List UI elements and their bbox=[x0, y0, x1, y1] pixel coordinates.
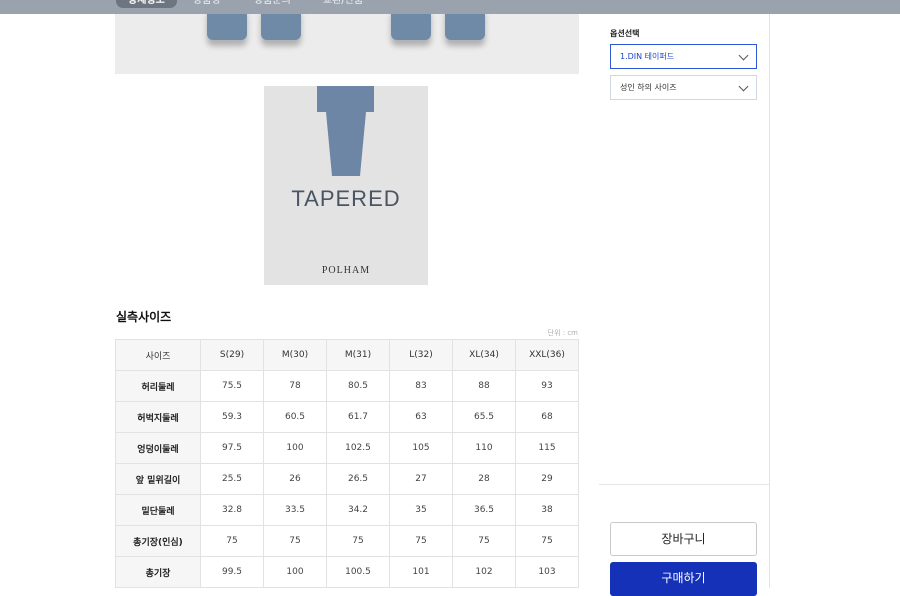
sidebar-divider bbox=[769, 14, 770, 588]
table-cell: 59.3 bbox=[200, 401, 264, 433]
option-select-size-value: 성인 하의 사이즈 bbox=[620, 83, 677, 92]
table-cell: 68 bbox=[515, 401, 579, 433]
table-cell: 75.5 bbox=[200, 370, 264, 402]
table-cell: 115 bbox=[515, 432, 579, 464]
table-cell: 36.5 bbox=[452, 494, 516, 526]
table-header-cell: M(31) bbox=[326, 339, 390, 371]
table-cell: 103 bbox=[515, 556, 579, 588]
tab-exchange-return[interactable]: 교환/반품 bbox=[323, 0, 363, 8]
row-label: 앞 밑위길이 bbox=[115, 463, 201, 495]
row-label: 허리둘레 bbox=[115, 370, 201, 402]
table-cell: 105 bbox=[389, 432, 453, 464]
row-label: 총기장 bbox=[115, 556, 201, 588]
table-cell: 63 bbox=[389, 401, 453, 433]
table-header-cell: 사이즈 bbox=[115, 339, 201, 371]
table-cell: 26 bbox=[263, 463, 327, 495]
table-cell: 28 bbox=[452, 463, 516, 495]
row-label: 허벅지둘레 bbox=[115, 401, 201, 433]
table-cell: 88 bbox=[452, 370, 516, 402]
table-row: 앞 밑위길이 25.5 26 26.5 27 28 29 bbox=[115, 463, 579, 495]
table-header-row: 사이즈 S(29) M(30) M(31) L(32) XL(34) XXL(3… bbox=[115, 339, 579, 371]
size-table: 사이즈 S(29) M(30) M(31) L(32) XL(34) XXL(3… bbox=[115, 339, 579, 588]
table-cell: 75 bbox=[389, 525, 453, 557]
fit-name: TAPERED bbox=[291, 186, 401, 211]
table-row: 밑단둘레 32.8 33.5 34.2 35 36.5 38 bbox=[115, 494, 579, 526]
product-tab-bar: 상세정보 상품평 상품문의 교환/반품 bbox=[0, 0, 900, 14]
table-cell: 78 bbox=[263, 370, 327, 402]
product-photo bbox=[115, 14, 579, 74]
table-cell: 75 bbox=[200, 525, 264, 557]
jeans-leg-image bbox=[445, 14, 485, 40]
table-cell: 25.5 bbox=[200, 463, 264, 495]
table-header-cell: XXL(36) bbox=[515, 339, 579, 371]
buy-now-button[interactable]: 구매하기 bbox=[610, 562, 757, 596]
table-cell: 26.5 bbox=[326, 463, 390, 495]
table-cell: 102.5 bbox=[326, 432, 390, 464]
add-to-cart-button[interactable]: 장바구니 bbox=[610, 522, 757, 556]
jeans-leg-image bbox=[207, 14, 247, 40]
chevron-down-icon bbox=[738, 81, 749, 92]
table-cell: 93 bbox=[515, 370, 579, 402]
table-cell: 101 bbox=[389, 556, 453, 588]
table-cell: 29 bbox=[515, 463, 579, 495]
table-cell: 38 bbox=[515, 494, 579, 526]
table-header-cell: S(29) bbox=[200, 339, 264, 371]
table-cell: 65.5 bbox=[452, 401, 516, 433]
panel-divider bbox=[599, 484, 769, 485]
table-cell: 75 bbox=[452, 525, 516, 557]
table-header-cell: M(30) bbox=[263, 339, 327, 371]
table-header-cell: L(32) bbox=[389, 339, 453, 371]
table-cell: 99.5 bbox=[200, 556, 264, 588]
tab-detail[interactable]: 상세정보 bbox=[116, 0, 177, 8]
table-header-cell: XL(34) bbox=[452, 339, 516, 371]
jeans-leg-image bbox=[391, 14, 431, 40]
table-cell: 35 bbox=[389, 494, 453, 526]
table-cell: 100 bbox=[263, 556, 327, 588]
table-cell: 61.7 bbox=[326, 401, 390, 433]
table-cell: 75 bbox=[263, 525, 327, 557]
table-cell: 34.2 bbox=[326, 494, 390, 526]
table-cell: 75 bbox=[326, 525, 390, 557]
table-cell: 100.5 bbox=[326, 556, 390, 588]
row-label: 밑단둘레 bbox=[115, 494, 201, 526]
table-cell: 75 bbox=[515, 525, 579, 557]
tab-qna[interactable]: 상품문의 bbox=[254, 0, 291, 8]
table-cell: 32.8 bbox=[200, 494, 264, 526]
table-row: 허리둘레 75.5 78 80.5 83 88 93 bbox=[115, 370, 579, 402]
option-label: 옵션선택 bbox=[610, 29, 640, 38]
table-cell: 100 bbox=[263, 432, 327, 464]
option-select-style[interactable]: 1.DIN 테이퍼드 bbox=[610, 44, 757, 69]
table-cell: 60.5 bbox=[263, 401, 327, 433]
table-row: 허벅지둘레 59.3 60.5 61.7 63 65.5 68 bbox=[115, 401, 579, 433]
unit-note: 단위 : cm bbox=[547, 329, 578, 337]
option-select-style-value: 1.DIN 테이퍼드 bbox=[620, 52, 675, 61]
table-cell: 83 bbox=[389, 370, 453, 402]
brand-logo: POLHAM bbox=[321, 265, 371, 276]
row-label: 엉덩이둘레 bbox=[115, 432, 201, 464]
option-select-size[interactable]: 성인 하의 사이즈 bbox=[610, 75, 757, 100]
table-cell: 97.5 bbox=[200, 432, 264, 464]
table-cell: 33.5 bbox=[263, 494, 327, 526]
chevron-down-icon bbox=[738, 50, 749, 61]
tab-reviews[interactable]: 상품평 bbox=[193, 0, 221, 8]
table-cell: 102 bbox=[452, 556, 516, 588]
table-row: 총기장(인심) 75 75 75 75 75 75 bbox=[115, 525, 579, 557]
table-row: 총기장 99.5 100 100.5 101 102 103 bbox=[115, 556, 579, 588]
table-cell: 110 bbox=[452, 432, 516, 464]
row-label: 총기장(인심) bbox=[115, 525, 201, 557]
table-row: 엉덩이둘레 97.5 100 102.5 105 110 115 bbox=[115, 432, 579, 464]
fit-illustration: TAPERED POLHAM bbox=[264, 86, 428, 285]
size-section-title: 실측사이즈 bbox=[116, 310, 172, 324]
table-cell: 27 bbox=[389, 463, 453, 495]
table-cell: 80.5 bbox=[326, 370, 390, 402]
jeans-leg-image bbox=[261, 14, 301, 40]
